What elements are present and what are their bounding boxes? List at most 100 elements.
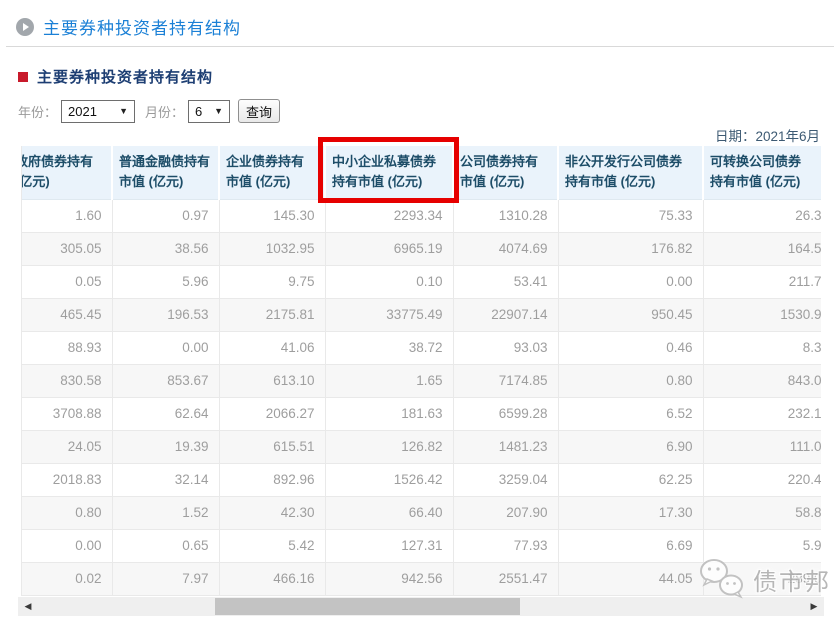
table-cell: 5.42 xyxy=(219,529,325,562)
table-cell: 853.67 xyxy=(112,364,219,397)
table-row: 305.0538.561032.956965.194074.69176.8216… xyxy=(21,232,821,265)
table-cell: 5.96 xyxy=(112,265,219,298)
horizontal-scrollbar[interactable]: ◀ ▶ xyxy=(18,597,824,616)
table-cell: 0.97 xyxy=(112,199,219,232)
table-cell: 830.58 xyxy=(21,364,112,397)
table-body: 1.600.97145.302293.341310.2875.3326.3305… xyxy=(21,199,821,595)
table-cell: 892.96 xyxy=(219,463,325,496)
table-cell: 7174.85 xyxy=(453,364,558,397)
table-row: 24.0519.39615.51126.821481.236.90111.0 xyxy=(21,430,821,463)
table-row: 0.055.969.750.1053.410.00211.7 xyxy=(21,265,821,298)
table-header: 政府债券持有 (亿元) 普通金融债持有 市值 (亿元) 企业债券持有 市值 (亿… xyxy=(21,146,821,199)
table-cell: 22907.14 xyxy=(453,298,558,331)
table-cell: 615.51 xyxy=(219,430,325,463)
table-row: 830.58853.67613.101.657174.850.80843.0 xyxy=(21,364,821,397)
table-cell: 3708.88 xyxy=(21,397,112,430)
scroll-right-arrow-icon[interactable]: ▶ xyxy=(807,597,821,616)
table-row: 465.45196.532175.8133775.4922907.14950.4… xyxy=(21,298,821,331)
table-cell: 38.56 xyxy=(112,232,219,265)
table-cell: 0.65 xyxy=(112,529,219,562)
table-cell: 32.14 xyxy=(112,463,219,496)
table-cell: 24.05 xyxy=(21,430,112,463)
table-cell: 2293.34 xyxy=(325,199,453,232)
table-cell: 111.0 xyxy=(703,430,821,463)
red-square-bullet-icon xyxy=(18,72,28,82)
table-cell: 0.46 xyxy=(558,331,703,364)
table-cell: 6.52 xyxy=(558,397,703,430)
table-cell: 465.45 xyxy=(21,298,112,331)
page-title: 主要券种投资者持有结构 xyxy=(43,14,241,39)
table-cell: 3259.04 xyxy=(453,463,558,496)
table-cell: 4074.69 xyxy=(453,232,558,265)
month-label: 月份： xyxy=(145,102,184,121)
table-cell: 93.03 xyxy=(453,331,558,364)
table-cell: 2018.83 xyxy=(21,463,112,496)
table-row: 1.600.97145.302293.341310.2875.3326.3 xyxy=(21,199,821,232)
column-header-government-bond: 政府债券持有 (亿元) xyxy=(21,146,112,199)
table-cell: 33775.49 xyxy=(325,298,453,331)
table-cell: 6599.28 xyxy=(453,397,558,430)
column-header-corporate-bond: 公司债券持有 市值 (亿元) xyxy=(453,146,558,199)
table-header-row: 政府债券持有 (亿元) 普通金融债持有 市值 (亿元) 企业债券持有 市值 (亿… xyxy=(21,146,821,199)
table-cell: 19.39 xyxy=(112,430,219,463)
table-cell: 62.64 xyxy=(112,397,219,430)
header-divider xyxy=(6,46,834,47)
table-cell: 0.00 xyxy=(112,331,219,364)
holdings-table-container: 政府债券持有 (亿元) 普通金融债持有 市值 (亿元) 企业债券持有 市值 (亿… xyxy=(21,146,821,596)
table-cell: 289.0 xyxy=(703,562,821,595)
table-cell: 232.1 xyxy=(703,397,821,430)
chevron-down-icon: ▼ xyxy=(214,106,223,116)
table-cell: 6965.19 xyxy=(325,232,453,265)
query-button[interactable]: 查询 xyxy=(238,99,280,123)
column-header-convertible-bond: 可转换公司债券 持有市值 (亿元) xyxy=(703,146,821,199)
page: 主要券种投资者持有结构 主要券种投资者持有结构 年份： 2021 ▼ 月份： 6… xyxy=(0,0,840,624)
scrollbar-thumb[interactable] xyxy=(215,598,520,615)
table-cell: 75.33 xyxy=(558,199,703,232)
table-cell: 26.3 xyxy=(703,199,821,232)
table-cell: 44.05 xyxy=(558,562,703,595)
table-cell: 211.7 xyxy=(703,265,821,298)
table-row: 0.027.97466.16942.562551.4744.05289.0 xyxy=(21,562,821,595)
column-header-ordinary-financial-bond: 普通金融债持有 市值 (亿元) xyxy=(112,146,219,199)
table-cell: 613.10 xyxy=(219,364,325,397)
table-cell: 38.72 xyxy=(325,331,453,364)
date-label: 日期：2021年6月 xyxy=(715,125,820,145)
table-row: 3708.8862.642066.27181.636599.286.52232.… xyxy=(21,397,821,430)
table-cell: 1.52 xyxy=(112,496,219,529)
table-cell: 9.75 xyxy=(219,265,325,298)
table-row: 0.000.655.42127.3177.936.695.9 xyxy=(21,529,821,562)
table-cell: 41.06 xyxy=(219,331,325,364)
year-label: 年份： xyxy=(18,102,57,121)
table-cell: 0.10 xyxy=(325,265,453,298)
table-cell: 58.8 xyxy=(703,496,821,529)
table-cell: 2551.47 xyxy=(453,562,558,595)
table-cell: 127.31 xyxy=(325,529,453,562)
table-cell: 42.30 xyxy=(219,496,325,529)
table-cell: 1530.9 xyxy=(703,298,821,331)
table-row: 2018.8332.14892.961526.423259.0462.25220… xyxy=(21,463,821,496)
section-header: 主要券种投资者持有结构 xyxy=(18,66,213,87)
table-cell: 5.9 xyxy=(703,529,821,562)
column-header-enterprise-bond: 企业债券持有 市值 (亿元) xyxy=(219,146,325,199)
table-cell: 0.05 xyxy=(21,265,112,298)
table-cell: 950.45 xyxy=(558,298,703,331)
year-select[interactable]: 2021 ▼ xyxy=(61,100,135,123)
scroll-left-arrow-icon[interactable]: ◀ xyxy=(21,597,35,616)
chevron-down-icon: ▼ xyxy=(119,106,128,116)
table-cell: 145.30 xyxy=(219,199,325,232)
table-cell: 0.02 xyxy=(21,562,112,595)
table-cell: 8.3 xyxy=(703,331,821,364)
table-cell: 1310.28 xyxy=(453,199,558,232)
table-row: 88.930.0041.0638.7293.030.468.3 xyxy=(21,331,821,364)
month-select-value: 6 xyxy=(195,104,202,119)
table-cell: 1.60 xyxy=(21,199,112,232)
table-cell: 942.56 xyxy=(325,562,453,595)
table-cell: 181.63 xyxy=(325,397,453,430)
page-header: 主要券种投资者持有结构 xyxy=(16,14,241,39)
table-cell: 2066.27 xyxy=(219,397,325,430)
month-select[interactable]: 6 ▼ xyxy=(188,100,230,123)
table-cell: 1032.95 xyxy=(219,232,325,265)
table-row: 0.801.5242.3066.40207.9017.3058.8 xyxy=(21,496,821,529)
holdings-table: 政府债券持有 (亿元) 普通金融债持有 市值 (亿元) 企业债券持有 市值 (亿… xyxy=(21,146,821,596)
table-cell: 220.4 xyxy=(703,463,821,496)
